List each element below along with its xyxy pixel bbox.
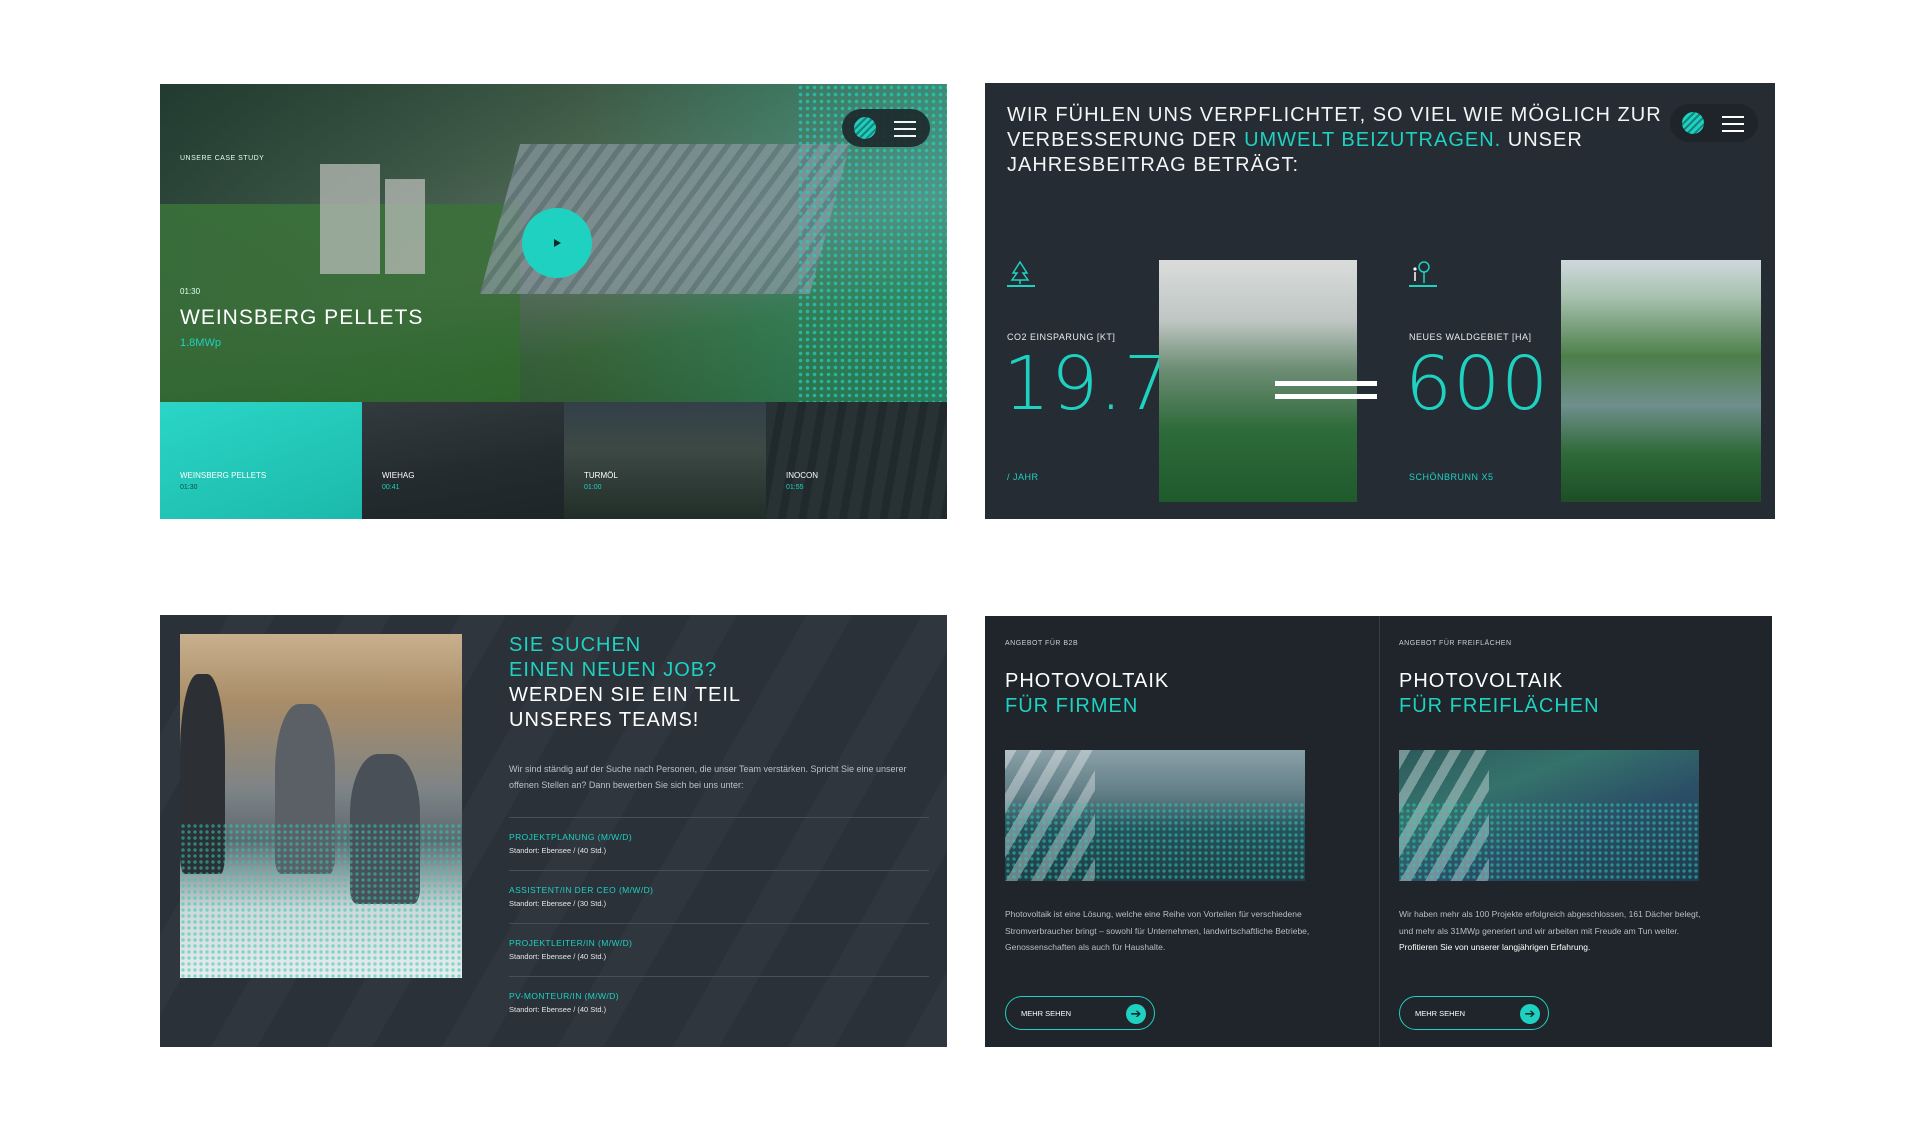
nav-pill	[842, 109, 930, 147]
thumbnail-shade	[766, 402, 947, 519]
heading-line: EINEN NEUEN JOB?	[509, 659, 718, 681]
offer-b2b: ANGEBOT FÜR B2B PHOTOVOLTAIK FÜR FIRMEN …	[985, 616, 1378, 1047]
case-study-subtitle: 1.8MWp	[180, 337, 221, 349]
play-icon	[554, 239, 561, 247]
field-solar-photo	[1399, 750, 1699, 881]
forest-value: 600	[1405, 341, 1550, 427]
menu-icon[interactable]	[894, 121, 916, 142]
rooftop-solar-photo	[1005, 750, 1305, 881]
equals-sign	[1275, 381, 1377, 407]
tree-icon	[1007, 259, 1035, 287]
button-label: MEHR SEHEN	[1415, 1009, 1466, 1018]
offer-text-part: Wir haben mehr als 100 Projekte erfolgre…	[1399, 909, 1701, 936]
menu-icon[interactable]	[1722, 116, 1744, 137]
job-title: PROJEKTLEITER/IN (M/W/D)	[509, 938, 633, 948]
thumbnail-label: TURMÖL	[584, 471, 618, 480]
offer-eyebrow: ANGEBOT FÜR B2B	[1005, 640, 1079, 647]
thumbnail-wiehag[interactable]: WIEHAG 00:41	[362, 402, 564, 519]
job-title: PV-MONTEUR/IN (M/W/D)	[509, 991, 619, 1001]
thumbnail-inocon[interactable]: INOCON 01:55	[766, 402, 947, 519]
co2-value: 19.7	[1003, 341, 1172, 427]
job-item[interactable]: PV-MONTEUR/IN (M/W/D) Standort: Ebensee …	[509, 976, 929, 1029]
heading-line: UNSERES TEAMS!	[509, 709, 700, 731]
co2-unit: / JAHR	[1007, 472, 1039, 482]
heading-highlight: UMWELT BEIZUTRAGEN.	[1244, 129, 1502, 151]
offer-title-line: PHOTOVOLTAIK	[1399, 670, 1564, 692]
job-location: Standort: Ebensee / (40 Std.)	[509, 952, 607, 961]
play-button[interactable]	[522, 208, 592, 278]
team-photo	[180, 634, 462, 978]
environment-heading: WIR FÜHLEN UNS VERPFLICHTET, SO VIEL WIE…	[1007, 103, 1707, 178]
thumbnail-shade	[564, 402, 766, 519]
jobs-panel: SIE SUCHEN EINEN NEUEN JOB? WERDEN SIE E…	[160, 615, 947, 1047]
mehr-sehen-button[interactable]: MEHR SEHEN ➔	[1399, 996, 1549, 1030]
thumbnail-time: 00:41	[382, 484, 400, 491]
offer-title-line: FÜR FREIFLÄCHEN	[1399, 695, 1600, 717]
arrow-right-icon: ➔	[1520, 1004, 1540, 1024]
job-item[interactable]: PROJEKTLEITER/IN (M/W/D) Standort: Ebens…	[509, 923, 929, 976]
thumbnail-shade	[362, 402, 564, 519]
case-study-title: WEINSBERG PELLETS	[180, 306, 424, 329]
dot-pattern	[180, 823, 462, 978]
thumbnail-time: 01:00	[584, 484, 602, 491]
thumbnail-label: WEINSBERG PELLETS	[180, 471, 267, 480]
logo-icon[interactable]	[854, 117, 876, 139]
heading-line: SIE SUCHEN	[509, 634, 642, 656]
thumbnail-weinsberg[interactable]: WEINSBERG PELLETS 01:30	[160, 402, 362, 519]
video-thumbnails: WEINSBERG PELLETS 01:30 WIEHAG 00:41 TUR…	[160, 402, 947, 519]
nav-pill	[1670, 104, 1758, 142]
offer-text: Wir haben mehr als 100 Projekte erfolgre…	[1399, 906, 1704, 956]
job-item[interactable]: PROJEKTPLANUNG (M/W/D) Standort: Ebensee…	[509, 817, 929, 870]
jobs-heading: SIE SUCHEN EINEN NEUEN JOB? WERDEN SIE E…	[509, 633, 929, 733]
case-study-panel: UNSERE CASE STUDY 01:30 WEINSBERG PELLET…	[160, 84, 947, 519]
job-list: PROJEKTPLANUNG (M/W/D) Standort: Ebensee…	[509, 817, 929, 1029]
thumbnail-turmoel[interactable]: TURMÖL 01:00	[564, 402, 766, 519]
offer-title-line: FÜR FIRMEN	[1005, 695, 1139, 717]
button-label: MEHR SEHEN	[1021, 1009, 1072, 1018]
job-location: Standort: Ebensee / (30 Std.)	[509, 899, 607, 908]
thumbnail-label: WIEHAG	[382, 471, 415, 480]
environment-panel: WIR FÜHLEN UNS VERPFLICHTET, SO VIEL WIE…	[985, 83, 1775, 519]
video-duration: 01:30	[180, 287, 201, 296]
mehr-sehen-button[interactable]: MEHR SEHEN ➔	[1005, 996, 1155, 1030]
case-study-eyebrow: UNSERE CASE STUDY	[180, 155, 265, 162]
job-title: PROJEKTPLANUNG (M/W/D)	[509, 832, 633, 842]
thumbnail-time: 01:30	[180, 484, 198, 491]
offer-freiflaechen: ANGEBOT FÜR FREIFLÄCHEN PHOTOVOLTAIK FÜR…	[1379, 616, 1772, 1047]
dot-pattern	[1005, 802, 1305, 881]
job-location: Standort: Ebensee / (40 Std.)	[509, 1005, 607, 1014]
offers-panel: ANGEBOT FÜR B2B PHOTOVOLTAIK FÜR FIRMEN …	[985, 616, 1772, 1047]
offer-eyebrow: ANGEBOT FÜR FREIFLÄCHEN	[1399, 640, 1512, 647]
silo	[385, 179, 425, 274]
heading-line: WERDEN SIE EIN TEIL	[509, 684, 742, 706]
job-location: Standort: Ebensee / (40 Std.)	[509, 846, 607, 855]
silo	[320, 164, 380, 274]
thumbnail-label: INOCON	[786, 471, 818, 480]
arrow-right-icon: ➔	[1126, 1004, 1146, 1024]
job-title: ASSISTENT/IN DER CEO (M/W/D)	[509, 885, 654, 895]
logo-icon[interactable]	[1682, 112, 1704, 134]
thumbnail-time: 01:55	[786, 484, 804, 491]
offer-text-bold: Profitieren Sie von unserer langjährigen…	[1399, 942, 1591, 952]
dot-pattern	[1399, 802, 1699, 881]
person-tree-icon	[1409, 259, 1437, 287]
offer-title: PHOTOVOLTAIK FÜR FIRMEN	[1005, 669, 1169, 719]
offer-title-line: PHOTOVOLTAIK	[1005, 670, 1170, 692]
jobs-intro: Wir sind ständig auf der Suche nach Pers…	[509, 764, 907, 790]
schoenbrunn-photo	[1561, 260, 1761, 502]
forest-unit: SCHÖNBRUNN X5	[1409, 472, 1494, 482]
job-item[interactable]: ASSISTENT/IN DER CEO (M/W/D) Standort: E…	[509, 870, 929, 923]
offer-text: Photovoltaik ist eine Lösung, welche ein…	[1005, 909, 1310, 952]
offer-title: PHOTOVOLTAIK FÜR FREIFLÄCHEN	[1399, 669, 1600, 719]
